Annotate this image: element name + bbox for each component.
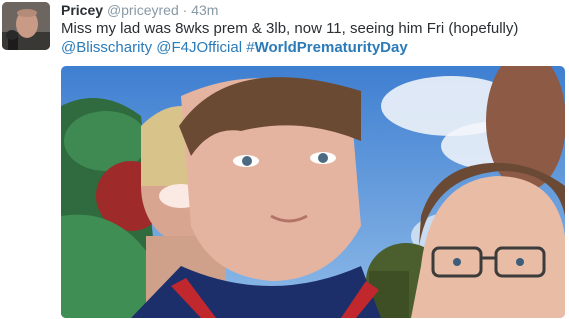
mention-f4jofficial[interactable]: @F4JOfficial <box>156 39 242 56</box>
tweet-photo[interactable] <box>61 66 565 318</box>
hashtag-text: WorldPrematurityDay <box>254 39 408 56</box>
tweet-card: Pricey @priceyred · 43m Miss my lad was … <box>0 0 569 319</box>
author-handle[interactable]: @priceyred <box>107 2 179 18</box>
tweet-text-body: Miss my lad was 8wks prem & 3lb, now 11,… <box>61 20 519 37</box>
tweet-text: Miss my lad was 8wks prem & 3lb, now 11,… <box>61 19 561 57</box>
hashtag-symbol: # <box>246 39 255 56</box>
avatar-image <box>2 2 50 50</box>
author-name[interactable]: Pricey <box>61 2 103 18</box>
avatar[interactable] <box>2 2 50 50</box>
photo-image <box>61 66 565 318</box>
hashtag-worldprematurityday[interactable]: #WorldPrematurityDay <box>246 39 407 56</box>
mention-blisscharity[interactable]: @Blisscharity <box>61 39 152 56</box>
tweet-timestamp[interactable]: 43m <box>191 2 218 18</box>
separator-dot: · <box>182 2 188 18</box>
tweet-header: Pricey @priceyred · 43m <box>61 2 218 18</box>
